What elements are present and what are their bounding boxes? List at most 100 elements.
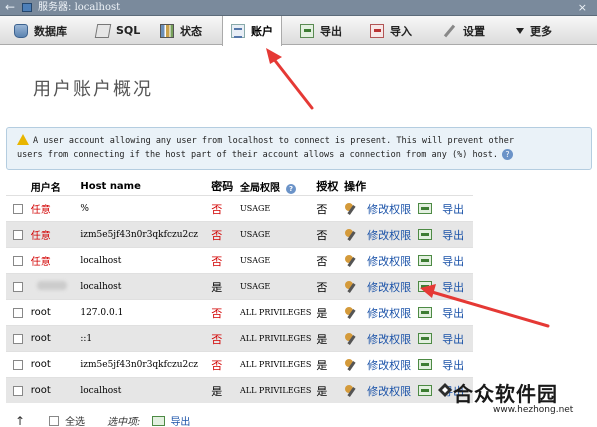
row-host: % — [80, 203, 89, 214]
edit-privileges-icon[interactable] — [344, 358, 357, 371]
row-checkbox[interactable] — [13, 385, 24, 396]
tab-label: 导出 — [320, 24, 342, 38]
row-checkbox[interactable] — [13, 359, 24, 370]
tab-more[interactable]: 更多 — [516, 16, 552, 45]
edit-privileges-icon[interactable] — [344, 332, 357, 345]
edit-privileges-icon[interactable] — [344, 384, 357, 397]
edit-privileges-link[interactable]: 修改权限 — [367, 201, 411, 217]
row-privileges: ALL PRIVILEGES — [239, 334, 312, 343]
edit-privileges-link[interactable]: 修改权限 — [367, 357, 411, 373]
row-checkbox[interactable] — [13, 281, 24, 292]
row-checkbox[interactable] — [13, 307, 24, 318]
row-user-cell: 任意 — [31, 253, 81, 268]
export-link[interactable]: 导出 — [442, 201, 464, 217]
row-checkbox[interactable] — [13, 229, 24, 240]
window-title-host: localhost — [74, 2, 121, 13]
export-icon[interactable] — [152, 415, 166, 426]
row-select — [6, 281, 31, 292]
row-checkbox[interactable] — [13, 203, 24, 214]
row-grant: 否 — [316, 202, 328, 216]
row-privileges: ALL PRIVILEGES — [239, 386, 312, 395]
edit-privileges-link[interactable]: 修改权限 — [367, 253, 411, 269]
row-user-cell: root — [31, 385, 81, 396]
edit-privileges-link[interactable]: 修改权限 — [367, 331, 411, 347]
select-all-checkbox[interactable] — [49, 415, 60, 426]
row-user: 任意 — [30, 257, 51, 268]
export-icon[interactable] — [418, 281, 433, 292]
tab-accounts[interactable]: 账户 — [222, 16, 282, 46]
table-row: root::1 否 ALL PRIVILEGES 是 修改权限 导出 — [6, 325, 473, 351]
row-actions: 修改权限 导出 — [344, 331, 473, 347]
export-icon[interactable] — [418, 255, 433, 266]
tab-export[interactable]: 导出 — [300, 16, 342, 45]
row-privileges: USAGE — [239, 204, 271, 213]
close-icon[interactable]: × — [578, 0, 587, 15]
row-password: 是 — [211, 384, 223, 398]
export-link[interactable]: 导出 — [442, 279, 464, 295]
header-password: 密码 — [211, 180, 234, 193]
row-user: 任意 — [30, 205, 51, 216]
export-icon[interactable] — [418, 333, 433, 344]
row-checkbox[interactable] — [13, 333, 24, 344]
warning-notice: A user account allowing any user from lo… — [6, 127, 592, 170]
export-icon[interactable] — [418, 385, 433, 396]
export-link[interactable]: 导出 — [442, 331, 464, 347]
export-icon[interactable] — [418, 229, 433, 240]
window-title-bar: ← 服务器: localhost × — [0, 0, 597, 16]
database-icon — [14, 23, 28, 38]
tab-databases[interactable]: 数据库 — [14, 16, 67, 45]
row-user-cell: root — [31, 307, 81, 318]
tab-label: 账户 — [251, 25, 273, 38]
tab-status[interactable]: 状态 — [160, 16, 202, 45]
import-icon — [370, 23, 384, 38]
export-selected-link[interactable]: 导出 — [170, 413, 190, 427]
row-select — [6, 229, 31, 240]
tab-sql[interactable]: SQL — [94, 16, 140, 45]
row-host: 127.0.0.1 — [80, 307, 124, 318]
back-arrow-icon[interactable]: ← — [5, 0, 15, 14]
row-grant: 是 — [316, 332, 328, 346]
row-select — [6, 359, 31, 370]
row-host: localhost — [80, 281, 122, 292]
watermark-url: www.hezhong.net — [493, 405, 574, 415]
settings-icon — [443, 24, 457, 38]
row-actions: 修改权限 导出 — [344, 253, 473, 269]
row-select — [6, 333, 31, 344]
edit-privileges-icon[interactable] — [344, 202, 357, 215]
tab-label: 设置 — [463, 24, 485, 38]
edit-privileges-link[interactable]: 修改权限 — [367, 383, 411, 399]
tab-import[interactable]: 导入 — [370, 16, 412, 45]
table-row: 任意 izm5e5jf43n0r3qkfczu2cz 否 USAGE 否 修改权限 导出 — [6, 221, 473, 247]
export-link[interactable]: 导出 — [442, 253, 464, 269]
row-password: 否 — [211, 358, 223, 372]
export-link[interactable]: 导出 — [442, 227, 464, 243]
main-tab-bar: 数据库 SQL 状态 账户 导出 导入 设置 更多 — [0, 16, 597, 46]
export-icon[interactable] — [418, 203, 433, 214]
edit-privileges-icon[interactable] — [344, 254, 357, 267]
redacted-username — [36, 280, 67, 290]
edit-privileges-link[interactable]: 修改权限 — [367, 227, 411, 243]
export-icon — [300, 23, 314, 38]
table-row: root izm5e5jf43n0r3qkfczu2cz 否 ALL PRIVILEG… — [6, 351, 473, 377]
table-row: 任意% 否 USAGE 否 修改权限 导出 — [6, 195, 473, 221]
select-all-label[interactable]: 全选 — [65, 413, 85, 427]
row-checkbox[interactable] — [13, 255, 24, 266]
row-grant: 是 — [316, 306, 328, 320]
export-icon[interactable] — [418, 307, 433, 318]
edit-privileges-icon[interactable] — [344, 306, 357, 319]
export-icon[interactable] — [418, 359, 433, 370]
edit-privileges-link[interactable]: 修改权限 — [367, 305, 411, 321]
tab-settings[interactable]: 设置 — [443, 16, 485, 45]
row-password: 否 — [211, 254, 223, 268]
export-link[interactable]: 导出 — [442, 305, 464, 321]
edit-privileges-icon[interactable] — [344, 280, 357, 293]
edit-privileges-icon[interactable] — [344, 228, 357, 241]
row-user-cell: root — [31, 359, 81, 370]
help-icon[interactable]: ? — [285, 183, 296, 194]
edit-privileges-link[interactable]: 修改权限 — [367, 279, 411, 295]
export-link[interactable]: 导出 — [442, 357, 464, 373]
row-grant: 否 — [316, 228, 328, 242]
help-icon[interactable]: ? — [502, 149, 514, 160]
tab-label: 导入 — [390, 24, 412, 38]
row-password: 是 — [211, 280, 223, 294]
